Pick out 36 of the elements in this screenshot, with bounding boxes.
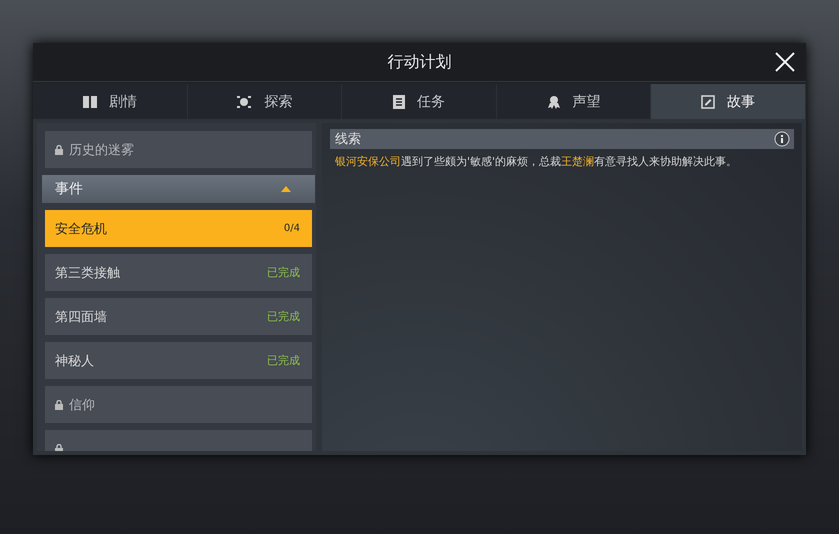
item-status: 0/4 [284,223,300,234]
sidebar-item[interactable]: 第三类接触 已完成 [45,254,312,291]
clue-title: 线索 [335,131,361,148]
item-status: 已完成 [267,309,300,324]
item-label: 第三类接触 [55,264,120,282]
sidebar-item[interactable]: 历史的迷雾 [45,131,312,168]
caret-icon [281,186,291,192]
info-icon[interactable] [774,131,790,147]
item-label: 神秘人 [55,352,94,370]
window-title: 行动计划 [388,52,452,72]
lock-icon [55,144,63,154]
book-icon [82,96,97,108]
item-label: 安全危机 [55,220,107,238]
section-header[interactable]: 事件 [42,175,315,203]
scan-icon [236,94,252,108]
sidebar-item[interactable]: 信仰 [45,386,312,423]
sidebar-item[interactable]: 安全危机 0/4 [45,210,312,247]
sidebar-item[interactable]: 第四面墙 已完成 [45,298,312,335]
list-icon [392,94,405,108]
clue-text: 银河安保公司遇到了些颇为'敏感'的麻烦，总裁王楚澜有意寻找人来协助解决此事。 [334,154,738,169]
tab[interactable]: 声望 [496,84,652,119]
tab[interactable]: 任务 [342,84,497,119]
item-label: 历史的迷雾 [69,142,134,158]
tab[interactable]: 探索 [188,84,342,119]
tab[interactable]: 故事 [651,84,806,119]
tab[interactable]: 剧情 [33,84,188,119]
section-label: 事件 [55,180,83,198]
badge-icon [546,94,561,108]
lock-icon [55,400,63,410]
lock-icon [55,444,63,451]
item-status: 已完成 [267,265,300,280]
item-status: 已完成 [267,353,300,368]
item-label: 第四面墙 [55,308,107,326]
note-icon [701,94,716,108]
sidebar-item[interactable]: 神秘人 已完成 [45,342,312,379]
item-label: 信仰 [69,396,95,414]
